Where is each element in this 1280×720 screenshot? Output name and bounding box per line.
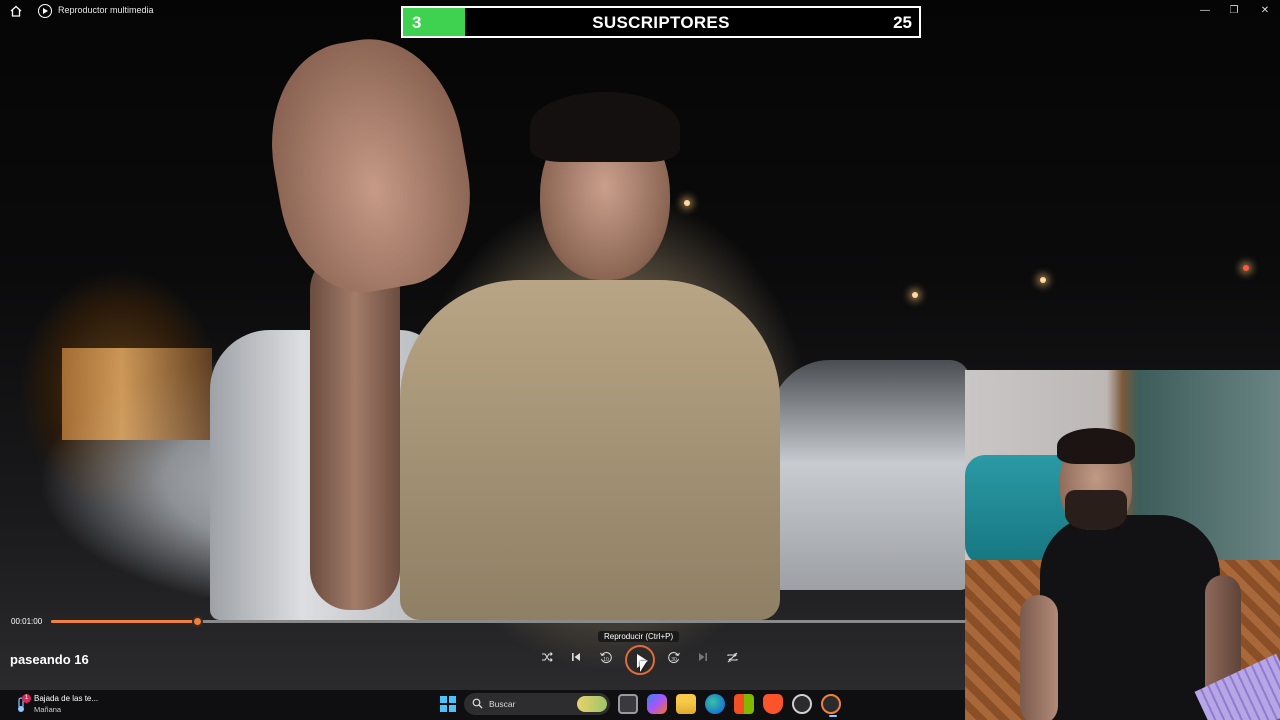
scene-parked-car: [770, 360, 970, 590]
previous-icon: [572, 653, 580, 661]
current-time: 00:01:00: [11, 617, 43, 626]
subscriber-goal: 25: [893, 13, 912, 32]
webcam-streamer-arm: [1020, 595, 1058, 720]
scene-street-light: [1040, 277, 1046, 283]
media-player-icon[interactable]: [821, 694, 841, 717]
webcam-streamer-hair: [1057, 428, 1135, 464]
play-tooltip: Reproducir (Ctrl+P): [598, 631, 680, 642]
forward-30-icon: 30: [668, 652, 680, 663]
repeat-off-icon: [726, 652, 738, 663]
shuffle-button[interactable]: [537, 651, 557, 669]
scene-person-hair: [530, 92, 680, 162]
search-icon: [472, 698, 483, 709]
rewind-10-icon: 10: [600, 652, 612, 663]
scene-traffic-light: [1243, 265, 1249, 271]
webcam-streamer-beard: [1065, 490, 1127, 530]
edge-icon[interactable]: [705, 694, 725, 714]
seek-bar[interactable]: [51, 616, 966, 627]
start-icon[interactable]: [440, 696, 456, 712]
chatgpt-icon[interactable]: [792, 694, 812, 714]
next-button[interactable]: [693, 651, 713, 669]
scene-shop-window: [62, 348, 212, 440]
scene-street-light: [912, 292, 918, 298]
svg-text:30: 30: [671, 657, 677, 663]
app-title: Reproductor multimedia: [58, 5, 154, 15]
shuffle-icon: [542, 652, 553, 662]
repeat-button[interactable]: [722, 651, 742, 669]
weather-badge: 1: [22, 694, 31, 703]
forward-30-button[interactable]: 30: [664, 651, 684, 669]
rewind-10-button[interactable]: 10: [596, 651, 616, 669]
scene-arm: [310, 250, 400, 610]
next-icon: [699, 653, 707, 661]
scene-waving-hand: [254, 25, 486, 305]
scene-street-light: [684, 200, 690, 206]
weather-title[interactable]: Bajada de las te...: [34, 694, 98, 703]
media-player-app-icon: [38, 4, 52, 18]
mouse-cursor: [640, 661, 647, 672]
webcam-overlay: [965, 370, 1280, 720]
task-view-icon[interactable]: [618, 694, 638, 714]
copilot-icon[interactable]: [647, 694, 667, 714]
weather-subtitle: Mañana: [34, 705, 62, 714]
webcam-streamer-body: [1040, 515, 1220, 720]
search-placeholder: Buscar: [489, 699, 516, 709]
subscriber-goal-bar: SUSCRIPTORES 3 25: [401, 6, 921, 38]
svg-text:10: 10: [603, 657, 609, 663]
store-icon[interactable]: [734, 694, 754, 714]
subscriber-count: 3: [412, 13, 422, 32]
maximize-button[interactable]: ❐: [1219, 0, 1249, 22]
minimize-button[interactable]: —: [1190, 0, 1220, 22]
search-highlight-icon: [577, 696, 607, 712]
close-button[interactable]: ✕: [1250, 0, 1280, 22]
brave-icon[interactable]: [763, 694, 783, 714]
file-explorer-icon[interactable]: [676, 694, 696, 714]
home-icon[interactable]: [9, 4, 23, 18]
seek-bar-progress: [51, 620, 198, 623]
scene-person-shirt: [400, 280, 780, 620]
media-title: paseando 16: [10, 652, 89, 667]
subscriber-label: SUSCRIPTORES: [592, 13, 730, 32]
previous-button[interactable]: [566, 651, 586, 669]
